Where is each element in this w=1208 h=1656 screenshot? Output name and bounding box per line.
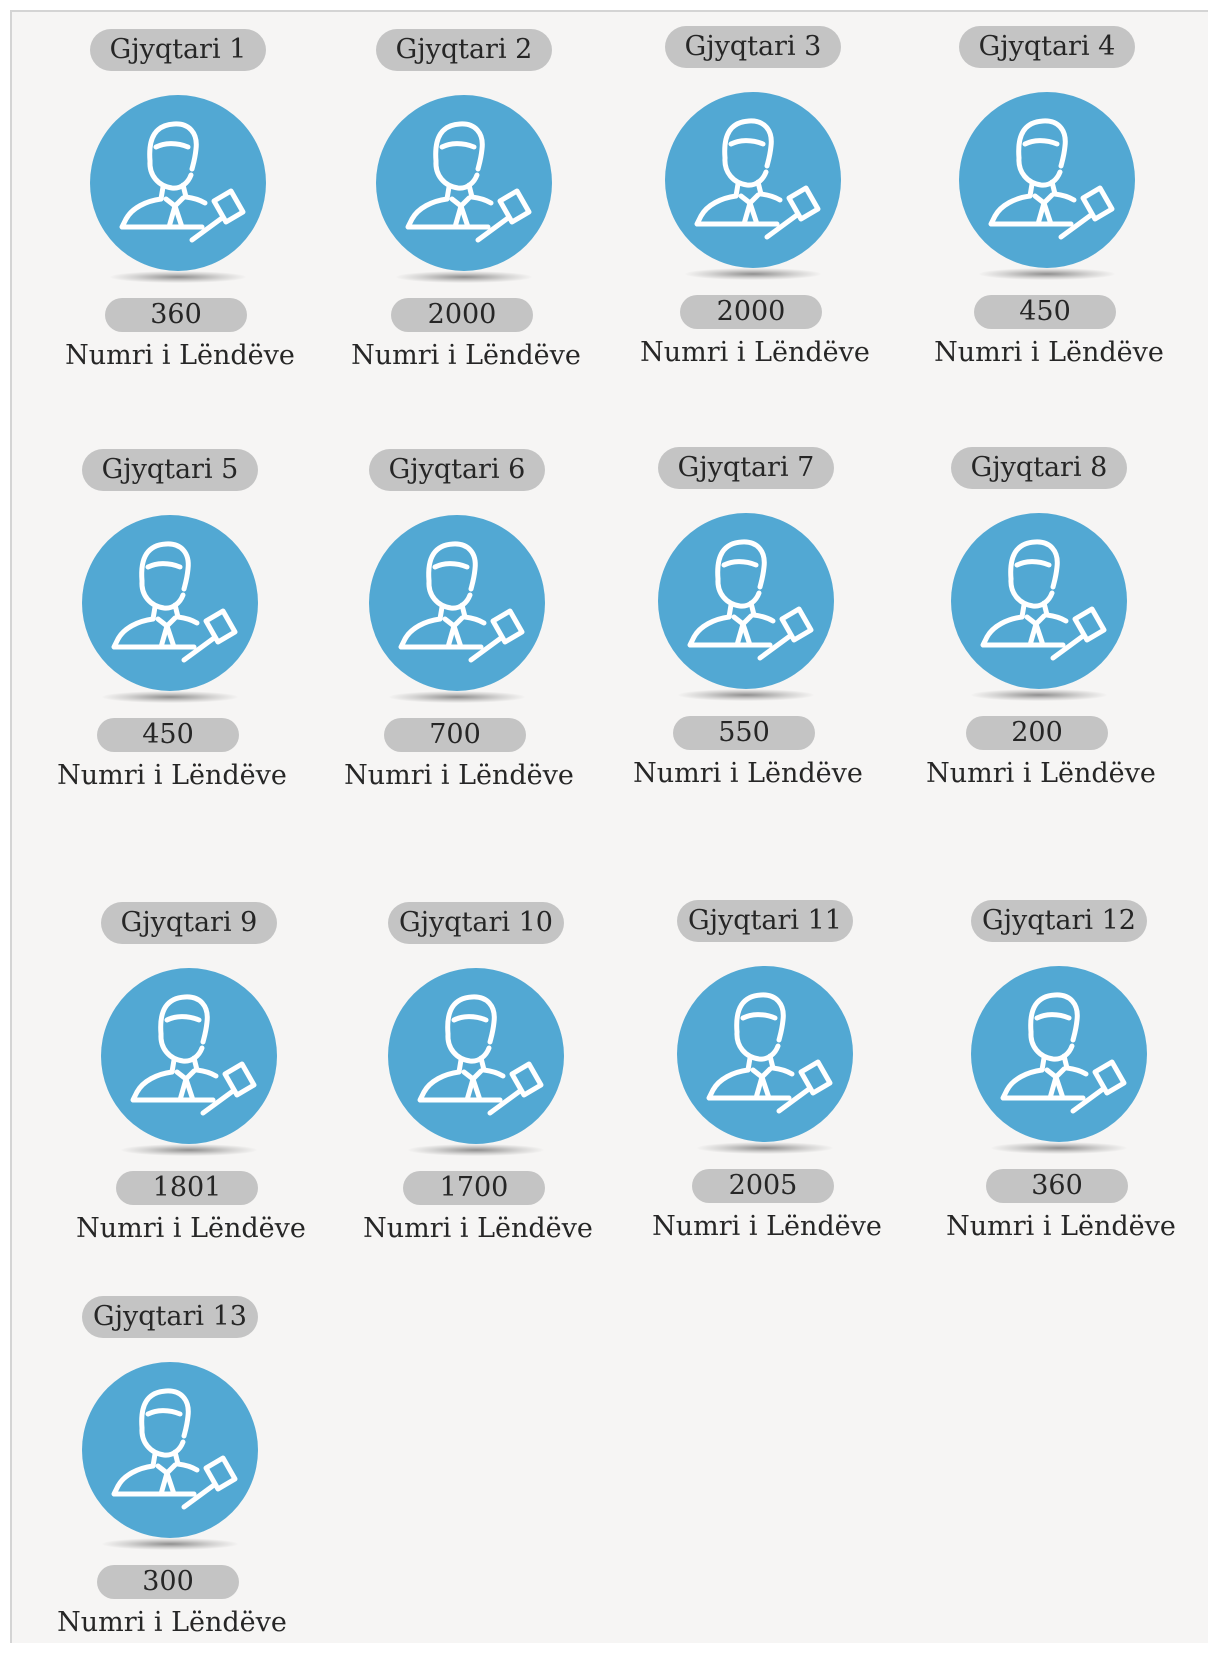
judge-card-5: Gjyqtari 5 450 Numri i Lëndëve (47, 449, 287, 809)
judge-gavel-icon (971, 966, 1147, 1142)
case-count-badge: 450 (97, 718, 239, 752)
case-count-badge: 2000 (391, 298, 533, 332)
case-count-badge: 360 (986, 1169, 1128, 1203)
case-count-caption: Numri i Lëndëve (926, 758, 1156, 789)
case-count-caption: Numri i Lëndëve (934, 337, 1164, 368)
judge-gavel-icon (959, 92, 1135, 268)
judge-name-badge: Gjyqtari 11 (677, 900, 853, 942)
judge-name-badge: Gjyqtari 10 (388, 902, 564, 944)
judge-gavel-icon (101, 968, 277, 1144)
case-count-caption: Numri i Lëndëve (65, 340, 295, 371)
case-count-caption: Numri i Lëndëve (76, 1213, 306, 1244)
judge-name-badge: Gjyqtari 1 (90, 29, 266, 71)
case-count-badge: 2005 (692, 1169, 834, 1203)
judge-name-badge: Gjyqtari 9 (101, 902, 277, 944)
judge-gavel-icon (90, 95, 266, 271)
judge-card-8: Gjyqtari 8 200 Numri i Lëndëve (916, 447, 1156, 807)
case-count-caption: Numri i Lëndëve (57, 760, 287, 791)
avatar-shadow (102, 691, 238, 703)
judge-card-4: Gjyqtari 4 450 Numri i Lëndëve (924, 26, 1164, 386)
judge-card-2: Gjyqtari 2 2000 Numri i Lëndëve (341, 29, 581, 389)
judge-card-13: Gjyqtari 13 300 Numri i Lëndëve (47, 1296, 287, 1656)
judge-gavel-icon (376, 95, 552, 271)
judge-name-badge: Gjyqtari 8 (951, 447, 1127, 489)
judge-card-11: Gjyqtari 11 2005 Numri i Lëndëve (642, 900, 882, 1260)
judge-gavel-icon (658, 513, 834, 689)
case-count-caption: Numri i Lëndëve (57, 1607, 287, 1638)
avatar-shadow (396, 271, 532, 283)
judge-gavel-icon (951, 513, 1127, 689)
judge-card-1: Gjyqtari 1 360 Numri i Lëndëve (55, 29, 295, 389)
case-count-badge: 700 (384, 718, 526, 752)
case-count-caption: Numri i Lëndëve (344, 760, 574, 791)
case-count-caption: Numri i Lëndëve (633, 758, 863, 789)
avatar-shadow (389, 691, 525, 703)
judge-card-6: Gjyqtari 6 700 Numri i Lëndëve (334, 449, 574, 809)
judge-gavel-icon (388, 968, 564, 1144)
judge-card-12: Gjyqtari 12 360 Numri i Lëndëve (936, 900, 1176, 1260)
avatar-shadow (991, 1142, 1127, 1154)
judge-card-7: Gjyqtari 7 550 Numri i Lëndëve (623, 447, 863, 807)
avatar-shadow (697, 1142, 833, 1154)
avatar-shadow (685, 268, 821, 280)
judge-card-10: Gjyqtari 10 1700 Numri i Lëndëve (353, 902, 593, 1262)
case-count-caption: Numri i Lëndëve (363, 1213, 593, 1244)
avatar-shadow (110, 271, 246, 283)
case-count-badge: 200 (966, 716, 1108, 750)
judge-name-badge: Gjyqtari 5 (82, 449, 258, 491)
judges-panel: Gjyqtari 1 360 Numri i Lëndëve Gjyqtari … (10, 10, 1208, 1643)
avatar-shadow (121, 1144, 257, 1156)
avatar-shadow (102, 1538, 238, 1550)
avatar-shadow (408, 1144, 544, 1156)
judge-gavel-icon (677, 966, 853, 1142)
case-count-badge: 550 (673, 716, 815, 750)
judge-card-9: Gjyqtari 9 1801 Numri i Lëndëve (66, 902, 306, 1262)
avatar-shadow (678, 689, 814, 701)
case-count-caption: Numri i Lëndëve (351, 340, 581, 371)
case-count-badge: 2000 (680, 295, 822, 329)
case-count-badge: 1700 (403, 1171, 545, 1205)
judge-name-badge: Gjyqtari 7 (658, 447, 834, 489)
judge-gavel-icon (82, 1362, 258, 1538)
judge-gavel-icon (369, 515, 545, 691)
case-count-badge: 360 (105, 298, 247, 332)
judge-gavel-icon (665, 92, 841, 268)
judge-name-badge: Gjyqtari 3 (665, 26, 841, 68)
case-count-caption: Numri i Lëndëve (640, 337, 870, 368)
case-count-badge: 300 (97, 1565, 239, 1599)
judge-name-badge: Gjyqtari 6 (369, 449, 545, 491)
avatar-shadow (971, 689, 1107, 701)
judge-gavel-icon (82, 515, 258, 691)
case-count-badge: 450 (974, 295, 1116, 329)
judge-name-badge: Gjyqtari 13 (82, 1296, 258, 1338)
avatar-shadow (979, 268, 1115, 280)
judge-name-badge: Gjyqtari 12 (971, 900, 1147, 942)
case-count-caption: Numri i Lëndëve (946, 1211, 1176, 1242)
judge-name-badge: Gjyqtari 4 (959, 26, 1135, 68)
case-count-caption: Numri i Lëndëve (652, 1211, 882, 1242)
judge-name-badge: Gjyqtari 2 (376, 29, 552, 71)
judge-card-3: Gjyqtari 3 2000 Numri i Lëndëve (630, 26, 870, 386)
case-count-badge: 1801 (116, 1171, 258, 1205)
